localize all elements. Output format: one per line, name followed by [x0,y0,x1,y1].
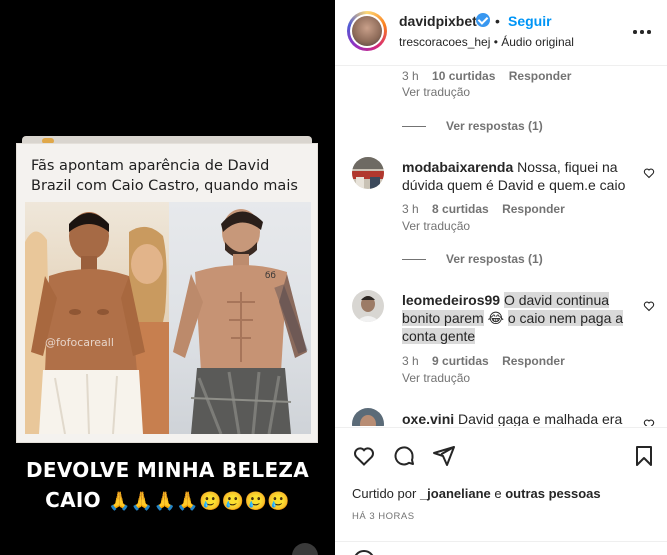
translate-link[interactable]: Ver tradução [402,85,470,99]
avatar-image [352,408,384,426]
post-actions: Curtido por _joaneliane e outras pessoas… [335,427,667,555]
photo-right-illustration: ϭϭ [173,209,308,434]
more-options-icon[interactable] [633,22,653,42]
share-icon[interactable] [432,444,456,468]
avatar-photo [352,16,382,46]
follow-button[interactable]: Seguir [508,13,552,29]
liked-by-connector: e [494,486,502,501]
translate-link[interactable]: Ver tradução [402,371,470,385]
liked-by-others[interactable]: outras pessoas [505,486,600,501]
author-username[interactable]: davidpixbet [399,13,477,29]
caption-line-2: CAIO 🙏🙏🙏🙏🥲🥲🥲🥲 [0,485,335,517]
comment-avatar[interactable] [352,290,384,322]
comment-body: leomedeiros99 O david continua bonito pa… [402,291,634,345]
comment-likes[interactable]: 10 curtidas [432,69,495,83]
verified-badge-icon [476,13,490,27]
photo-watermark: @fofocareall [45,336,114,349]
post-header: davidpixbet • Seguir trescoracoes_hej • … [335,0,667,66]
reply-button[interactable]: Responder [502,202,565,216]
reply-button[interactable]: Responder [502,354,565,368]
comment-meta: 3 h 8 curtidas Responder [402,202,565,216]
header-separator: • [495,13,500,29]
audio-subline[interactable]: trescoracoes_hej • Áudio original [399,35,574,49]
comment-like-heart-icon[interactable] [643,418,655,426]
post-time-ago[interactable]: HÁ 3 HORAS [352,511,415,522]
add-comment-bar[interactable] [335,541,667,555]
liked-by-user[interactable]: _joaneliane [420,486,491,501]
comment-avatar[interactable] [352,157,384,189]
svg-text:ϭϭ: ϭϭ [265,270,276,281]
photo-caio-castro: ϭϭ [169,202,311,434]
caption-line-1: DEVOLVE MINHA BELEZA [25,458,310,482]
avatar-image [352,157,384,189]
bookmark-icon[interactable] [632,444,656,468]
post-side-panel: davidpixbet • Seguir trescoracoes_hej • … [335,0,667,555]
comment-username[interactable]: modabaixarenda [402,159,513,175]
caption-emojis: 🙏🙏🙏🙏🥲🥲🥲🥲 [108,491,290,512]
liked-by-line: Curtido por _joaneliane e outras pessoas [352,486,601,501]
post-media[interactable]: Fãs apontam aparência de David Brazil co… [0,0,335,555]
liked-by-prefix: Curtido por [352,486,417,501]
comment-emoji: 😂 [487,310,504,326]
embedded-news-card: Fãs apontam aparência de David Brazil co… [16,143,318,443]
emoji-icon[interactable] [353,550,375,555]
avatar-image [352,290,384,322]
comment-likes[interactable]: 9 curtidas [432,354,489,368]
reply-button[interactable]: Responder [509,69,572,83]
photo-david-brazil: @fofocareall [25,202,169,434]
media-control-button[interactable] [292,543,318,555]
comment-like-heart-icon[interactable] [643,300,655,312]
photo-left-illustration [25,212,169,434]
comment-text: David gaga e malhada era [458,411,623,426]
comment-meta: 3 h 9 curtidas Responder [402,354,565,368]
heart-icon[interactable] [352,444,376,468]
view-replies-button[interactable]: Ver respostas (1) [402,119,543,133]
comment-icon[interactable] [392,444,416,468]
video-caption: DEVOLVE MINHA BELEZA CAIO 🙏🙏🙏🙏🥲🥲🥲🥲 [0,455,335,517]
comment-body: modabaixarenda Nossa, fiquei na dúvida q… [402,158,632,194]
comment-username[interactable]: leomedeiros99 [402,292,500,308]
comments-list[interactable]: 3 h 10 curtidas Responder Ver tradução V… [335,66,667,426]
comment-meta: 3 h 10 curtidas Responder [402,69,571,83]
comment-time: 3 h [402,202,419,216]
comment-time: 3 h [402,354,419,368]
comment-likes[interactable]: 8 curtidas [432,202,489,216]
view-replies-button[interactable]: Ver respostas (1) [402,252,543,266]
caption-line-2-text: CAIO [45,488,101,512]
translate-link[interactable]: Ver tradução [402,219,470,233]
comment-like-heart-icon[interactable] [643,167,655,179]
comment-body: oxe.vini David gaga e malhada era [402,410,634,426]
author-avatar[interactable] [347,11,387,51]
comment-username[interactable]: oxe.vini [402,411,454,426]
comment-time: 3 h [402,69,419,83]
comment-avatar[interactable] [352,408,384,426]
